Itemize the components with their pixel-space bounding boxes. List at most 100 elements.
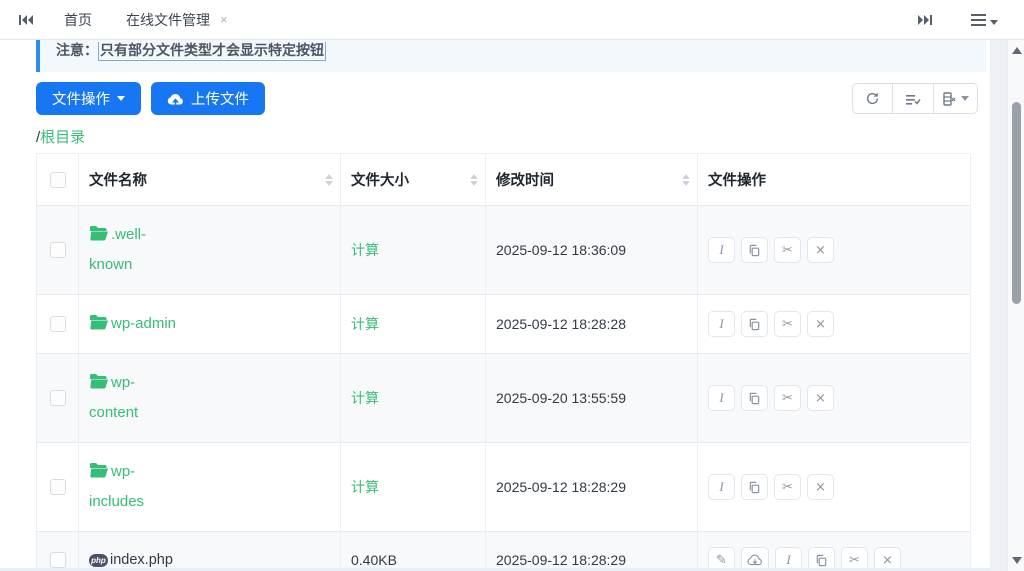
calc-size-link[interactable]: 计算 [351,242,379,258]
column-header-size[interactable]: 文件大小 [341,154,486,206]
copy-icon [748,481,761,494]
file-table: 文件名称 文件大小 修改时间 文件操作 [36,153,971,571]
refresh-button[interactable] [852,83,893,114]
vertical-scrollbar[interactable] [1007,40,1024,571]
close-icon: × [815,244,826,257]
italic-icon: I [719,390,723,406]
copy-button[interactable] [741,474,768,500]
close-icon: × [815,318,826,331]
italic-button[interactable]: I [708,385,735,411]
copy-button[interactable] [741,311,768,337]
row-actions: I ✂ × [708,474,960,500]
tab-bar: 首页 在线文件管理 × [0,0,1024,40]
close-button[interactable]: × [807,385,834,411]
scroll-down-arrow[interactable] [1012,557,1022,564]
scissors-button[interactable]: ✂ [774,311,801,337]
folder-link[interactable]: .well-known [89,220,177,280]
calc-size-link[interactable]: 计算 [351,390,379,406]
tab-home-label: 首页 [64,10,92,30]
tabbar-right-controls [913,9,1010,31]
row-checkbox[interactable] [50,316,66,332]
copy-icon [815,554,828,567]
column-header-name[interactable]: 文件名称 [79,154,341,206]
close-icon[interactable]: × [220,13,228,26]
upload-file-button[interactable]: 上传文件 [151,82,265,115]
copy-button[interactable] [741,385,768,411]
notice-text: 只有部分文件类型才会显示特定按钮 [98,42,326,61]
row-checkbox[interactable] [50,390,66,406]
file-size: 0.40KB [351,552,397,568]
folder-link[interactable]: wp-includes [89,457,177,517]
calc-size-link[interactable]: 计算 [351,316,379,332]
copy-button[interactable] [741,237,768,263]
sort-icon[interactable] [470,174,478,186]
italic-button[interactable]: I [708,474,735,500]
row-checkbox[interactable] [50,242,66,258]
scroll-up-arrow[interactable] [1012,47,1022,54]
filter-columns-button[interactable] [893,83,934,114]
scroll-tabs-left-button[interactable] [14,9,38,31]
table-row: wp-includes 计算 2025-09-12 18:28:29 I ✂ × [37,443,971,532]
close-button[interactable]: × [807,311,834,337]
close-button[interactable]: × [807,237,834,263]
table-tools-group [852,83,978,114]
italic-icon: I [719,242,723,258]
table-row: phpindex.php0.40KB2025-09-12 18:28:29✎I✂… [37,532,971,571]
refresh-icon [865,91,880,106]
sort-icon[interactable] [325,174,333,186]
calc-size-link[interactable]: 计算 [351,479,379,495]
scrollbar-thumb[interactable] [1012,102,1021,304]
row-checkbox[interactable] [50,552,66,568]
row-checkbox[interactable] [50,479,66,495]
scissors-icon: ✂ [782,392,793,405]
scissors-icon: ✂ [782,244,793,257]
scissors-icon: ✂ [782,481,793,494]
file-operations-label: 文件操作 [52,88,110,109]
italic-button[interactable]: I [708,311,735,337]
toolbar: 文件操作 上传文件 [36,82,978,115]
folder-icon [89,314,109,330]
select-all-checkbox[interactable] [50,172,66,188]
modified-time: 2025-09-12 18:28:29 [496,479,626,495]
row-actions: I ✂ × [708,311,960,337]
app-window: 首页 在线文件管理 × 注意：只有部分文件类型 [0,0,1024,571]
folder-icon [89,225,109,241]
tab-options-menu-button[interactable] [971,14,998,26]
close-icon: × [815,481,826,494]
tab-list: 首页 在线文件管理 × [64,10,228,30]
scissors-button[interactable]: ✂ [774,385,801,411]
modified-time: 2025-09-12 18:28:28 [496,316,626,332]
export-button[interactable] [934,83,978,114]
scissors-icon: ✂ [849,554,860,567]
tab-home[interactable]: 首页 [64,10,92,30]
php-file-icon: php [89,554,108,567]
pencil-icon: ✎ [716,554,727,567]
tab-file-manager[interactable]: 在线文件管理 × [126,10,228,30]
scissors-button[interactable]: ✂ [774,474,801,500]
italic-button[interactable]: I [708,237,735,263]
sort-icon[interactable] [682,174,690,186]
file-operations-button[interactable]: 文件操作 [36,82,141,115]
file-manager-content: 注意：只有部分文件类型才会显示特定按钮 文件操作 上传文件 [0,40,990,571]
chevron-down-icon [117,96,125,101]
close-icon: × [815,392,826,405]
hamburger-icon [971,14,986,26]
scissors-icon: ✂ [782,318,793,331]
folder-icon [89,462,109,478]
notice-prefix: 注意： [56,42,98,58]
cloud-download-icon [747,554,763,566]
close-button[interactable]: × [807,474,834,500]
table-row: wp-admin 计算 2025-09-12 18:28:28 I ✂ × [37,295,971,354]
folder-link[interactable]: wp-content [89,368,177,428]
italic-icon: I [786,552,790,568]
content-gutter [990,40,1007,571]
folder-link[interactable]: wp-admin [89,309,177,339]
table-row: .well-known计算2025-09-12 18:36:09I✂× [37,206,971,295]
scroll-tabs-right-button[interactable] [913,9,937,31]
close-icon: × [882,554,893,567]
breadcrumb: /根目录 [36,126,954,147]
column-header-mtime[interactable]: 修改时间 [486,154,698,206]
scissors-button[interactable]: ✂ [774,237,801,263]
breadcrumb-root-link[interactable]: 根目录 [40,129,85,146]
copy-icon [748,318,761,331]
